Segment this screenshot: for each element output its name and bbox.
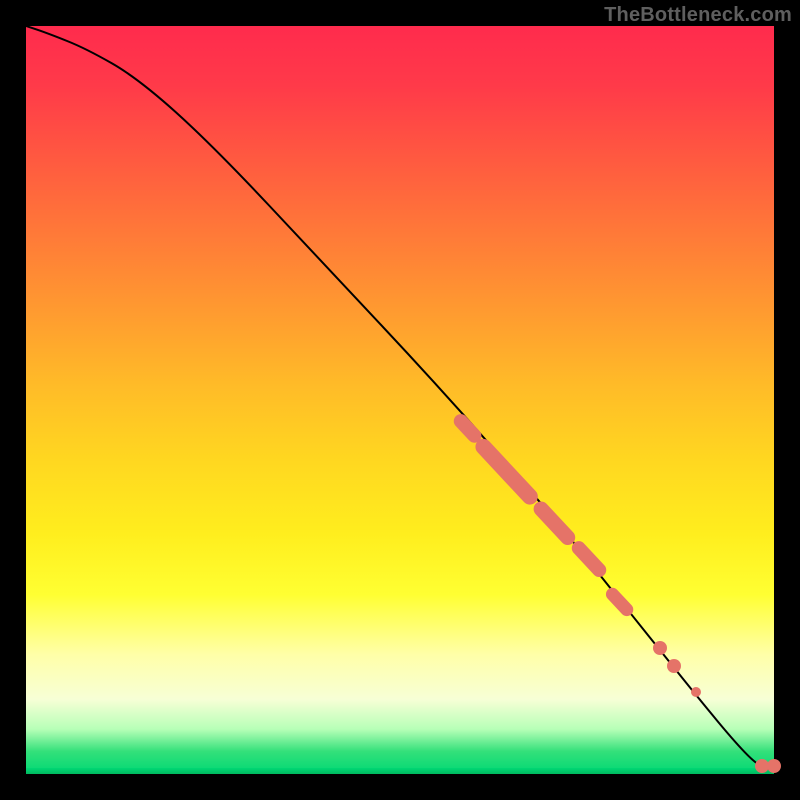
marker-point bbox=[653, 641, 667, 655]
marker-cluster bbox=[569, 538, 609, 580]
marker-layer bbox=[26, 26, 774, 774]
marker-point bbox=[667, 659, 681, 673]
watermark-text: TheBottleneck.com bbox=[604, 4, 792, 27]
marker-cluster bbox=[531, 498, 579, 548]
marker-point bbox=[767, 759, 781, 773]
marker-point bbox=[691, 687, 701, 697]
plot-area bbox=[26, 26, 774, 774]
chart-stage: TheBottleneck.com bbox=[0, 0, 800, 800]
marker-cluster bbox=[472, 436, 541, 508]
marker-cluster bbox=[603, 585, 636, 619]
